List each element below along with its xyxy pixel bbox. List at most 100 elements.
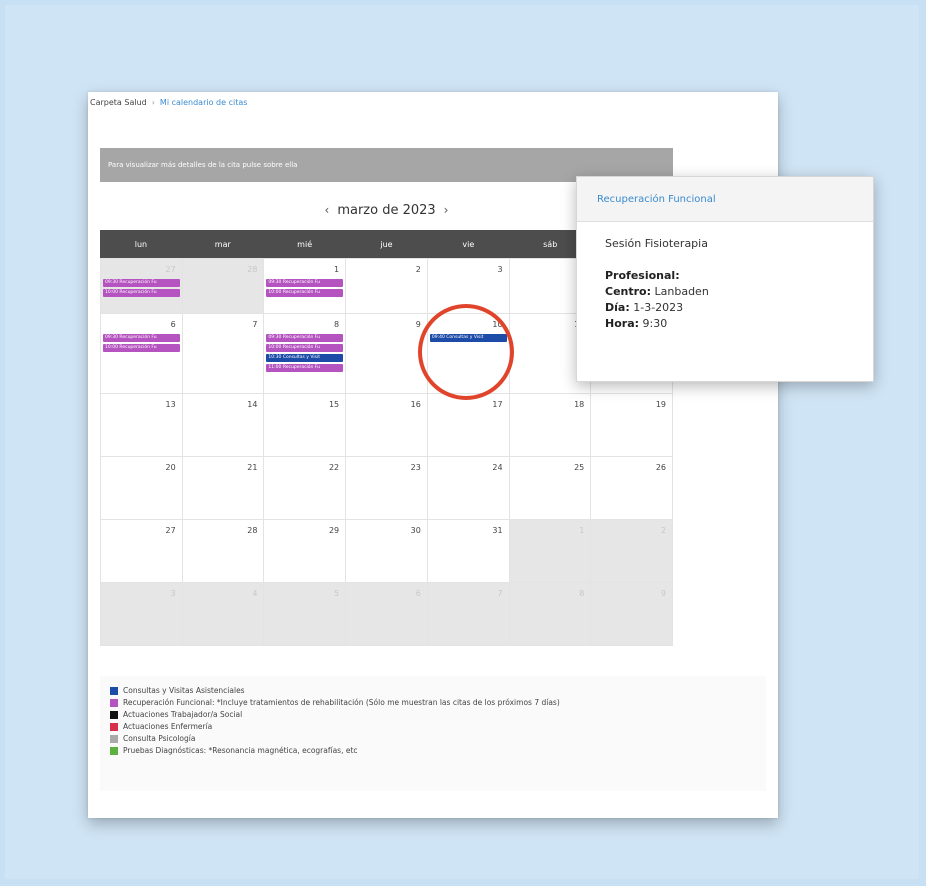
calendar-day-cell[interactable]: 4 xyxy=(182,583,265,646)
day-number: 30 xyxy=(410,526,421,535)
legend-item: Consulta Psicología xyxy=(110,734,195,743)
calendar-day-cell[interactable]: 1 09:30 Recuperación Fu 10:00 Recuperación… xyxy=(264,259,347,314)
event-recuperacion-funcional[interactable]: 11:00 Recuperación Fu xyxy=(266,364,344,372)
calendar-day-cell[interactable]: 28 xyxy=(182,259,265,314)
popup-subtitle: Sesión Fisioterapia xyxy=(605,237,708,250)
day-number: 6 xyxy=(415,589,421,598)
day-number: 6 xyxy=(170,320,176,329)
calendar-day-cell[interactable]: 3 xyxy=(101,583,183,646)
calendar-day-cell[interactable]: 23 xyxy=(346,457,428,520)
calendar-day-cell[interactable]: 10 09:40 Consultas y Visit xyxy=(427,314,510,394)
day-number: 2 xyxy=(415,265,421,274)
centro-label: Centro: xyxy=(605,285,652,298)
event-recuperacion-funcional[interactable]: 09:30 Recuperación Fu xyxy=(266,279,344,287)
day-number: 29 xyxy=(328,526,340,535)
calendar-day-cell[interactable]: 9 xyxy=(591,583,673,646)
calendar-day-cell[interactable]: 7 xyxy=(182,314,265,394)
calendar-day-cell[interactable]: 1 xyxy=(509,520,592,583)
day-number: 26 xyxy=(655,463,666,472)
calendar-day-cell[interactable]: 2 xyxy=(591,520,673,583)
hora-value: 9:30 xyxy=(642,317,668,330)
legend-item: Recuperación Funcional: *Incluye tratami… xyxy=(110,698,560,707)
calendar-day-cell[interactable]: 8 xyxy=(509,583,592,646)
day-number: 7 xyxy=(252,320,258,329)
day-number: 22 xyxy=(328,463,340,472)
legend-item: Pruebas Diagnósticas: *Resonancia magnét… xyxy=(110,746,358,755)
popup-hora-row: Hora: 9:30 xyxy=(605,316,873,332)
event-recuperacion-funcional[interactable]: 09:30 Recuperación Fu xyxy=(103,334,180,342)
calendar-day-cell[interactable]: 20 xyxy=(101,457,183,520)
day-number: 28 xyxy=(247,265,258,274)
day-number: 21 xyxy=(247,463,258,472)
calendar-day-cell[interactable]: 18 xyxy=(509,394,592,457)
calendar-day-cell[interactable]: 24 xyxy=(427,457,510,520)
day-events: 09:30 Recuperación Fu 10:00 Recuperación … xyxy=(103,279,180,297)
event-consultas-visitas[interactable]: 09:40 Consultas y Visit xyxy=(429,334,507,342)
event-recuperacion-funcional[interactable]: 09:30 Recuperación Fu xyxy=(103,279,180,287)
day-number: 8 xyxy=(334,320,340,329)
legend-label: Pruebas Diagnósticas: *Resonancia magnét… xyxy=(123,746,358,755)
legend-swatch xyxy=(110,698,118,707)
event-recuperacion-funcional[interactable]: 10:00 Recuperación Fu xyxy=(266,344,344,352)
calendar-day-cell[interactable]: 21 xyxy=(182,457,265,520)
legend-label: Consulta Psicología xyxy=(123,734,196,743)
calendar-day-cell[interactable]: 25 xyxy=(509,457,592,520)
calendar-day-cell[interactable]: 6 xyxy=(346,583,428,646)
day-number: 3 xyxy=(497,265,503,274)
event-consultas-visitas[interactable]: 10:30 Consultas y Visit xyxy=(266,354,344,362)
calendar-day-cell[interactable]: 19 xyxy=(591,394,673,457)
dia-label: Día: xyxy=(605,301,630,314)
event-recuperacion-funcional[interactable]: 10:00 Recuperación Fu xyxy=(266,289,344,297)
prev-month-button[interactable]: ‹ xyxy=(325,203,330,217)
event-recuperacion-funcional[interactable]: 10:00 Recuperación Fu xyxy=(103,344,180,352)
day-number: 8 xyxy=(579,589,585,598)
calendar-day-cell[interactable]: 15 xyxy=(264,394,347,457)
breadcrumb-current[interactable]: Mi calendario de citas xyxy=(160,98,247,107)
day-number: 13 xyxy=(165,400,176,409)
weekday-header-cell: mar xyxy=(214,239,231,249)
calendar-day-cell[interactable]: 29 xyxy=(264,520,347,583)
calendar-day-cell[interactable]: 7 xyxy=(427,583,510,646)
calendar-day-cell[interactable]: 26 xyxy=(591,457,673,520)
day-events: 09:40 Consultas y Visit xyxy=(429,334,507,342)
calendar-day-cell[interactable]: 3 xyxy=(427,259,510,314)
day-events: 09:30 Recuperación Fu 10:00 Recuperación … xyxy=(103,334,180,352)
popup-title: Recuperación Funcional xyxy=(577,177,873,222)
day-number: 24 xyxy=(492,463,503,472)
appointment-popup: Recuperación Funcional Sesión Fisioterap… xyxy=(576,176,874,382)
calendar-day-cell[interactable]: 8 09:30 Recuperación Fu 10:00 Recuperación… xyxy=(264,314,347,394)
calendar-day-cell[interactable]: 16 xyxy=(346,394,428,457)
breadcrumb-root[interactable]: Carpeta Salud xyxy=(90,98,147,107)
centro-value: Lanbaden xyxy=(654,285,709,298)
next-month-button[interactable]: › xyxy=(444,203,449,217)
legend-label: Actuaciones Trabajador/a Social xyxy=(123,710,243,719)
month-label: marzo de 2023 xyxy=(337,202,436,218)
calendar-day-cell[interactable]: 28 xyxy=(182,520,265,583)
calendar-day-cell[interactable]: 14 xyxy=(182,394,265,457)
day-number: 20 xyxy=(165,463,176,472)
day-number: 27 xyxy=(165,265,176,274)
calendar-day-cell[interactable]: 27 xyxy=(101,520,183,583)
calendar-day-cell[interactable]: 22 xyxy=(264,457,347,520)
calendar-day-cell[interactable]: 30 xyxy=(346,520,428,583)
day-number: 28 xyxy=(247,526,258,535)
legend: Consultas y Visitas Asistenciales Recuper… xyxy=(100,676,766,791)
event-recuperacion-funcional[interactable]: 09:30 Recuperación Fu xyxy=(266,334,344,342)
legend-swatch xyxy=(110,686,118,695)
calendar-day-cell[interactable]: 13 xyxy=(101,394,183,457)
legend-swatch xyxy=(110,722,118,731)
calendar-day-cell[interactable]: 5 xyxy=(264,583,347,646)
legend-item: Consultas y Visitas Asistenciales xyxy=(110,686,245,695)
hora-label: Hora: xyxy=(605,317,640,330)
calendar-day-cell[interactable]: 17 xyxy=(427,394,510,457)
day-number: 9 xyxy=(660,589,666,598)
calendar-day-cell[interactable]: 9 xyxy=(346,314,428,394)
calendar-day-cell[interactable]: 27 09:30 Recuperación Fu 10:00 Recuperació… xyxy=(101,259,183,314)
calendar-day-cell[interactable]: 31 xyxy=(427,520,510,583)
calendar-day-cell[interactable]: 2 xyxy=(346,259,428,314)
day-number: 15 xyxy=(328,400,340,409)
day-number: 23 xyxy=(410,463,421,472)
event-recuperacion-funcional[interactable]: 10:00 Recuperación Fu xyxy=(103,289,180,297)
calendar-day-cell[interactable]: 6 09:30 Recuperación Fu 10:00 Recuperación… xyxy=(101,314,183,394)
breadcrumb-separator: › xyxy=(151,98,155,107)
